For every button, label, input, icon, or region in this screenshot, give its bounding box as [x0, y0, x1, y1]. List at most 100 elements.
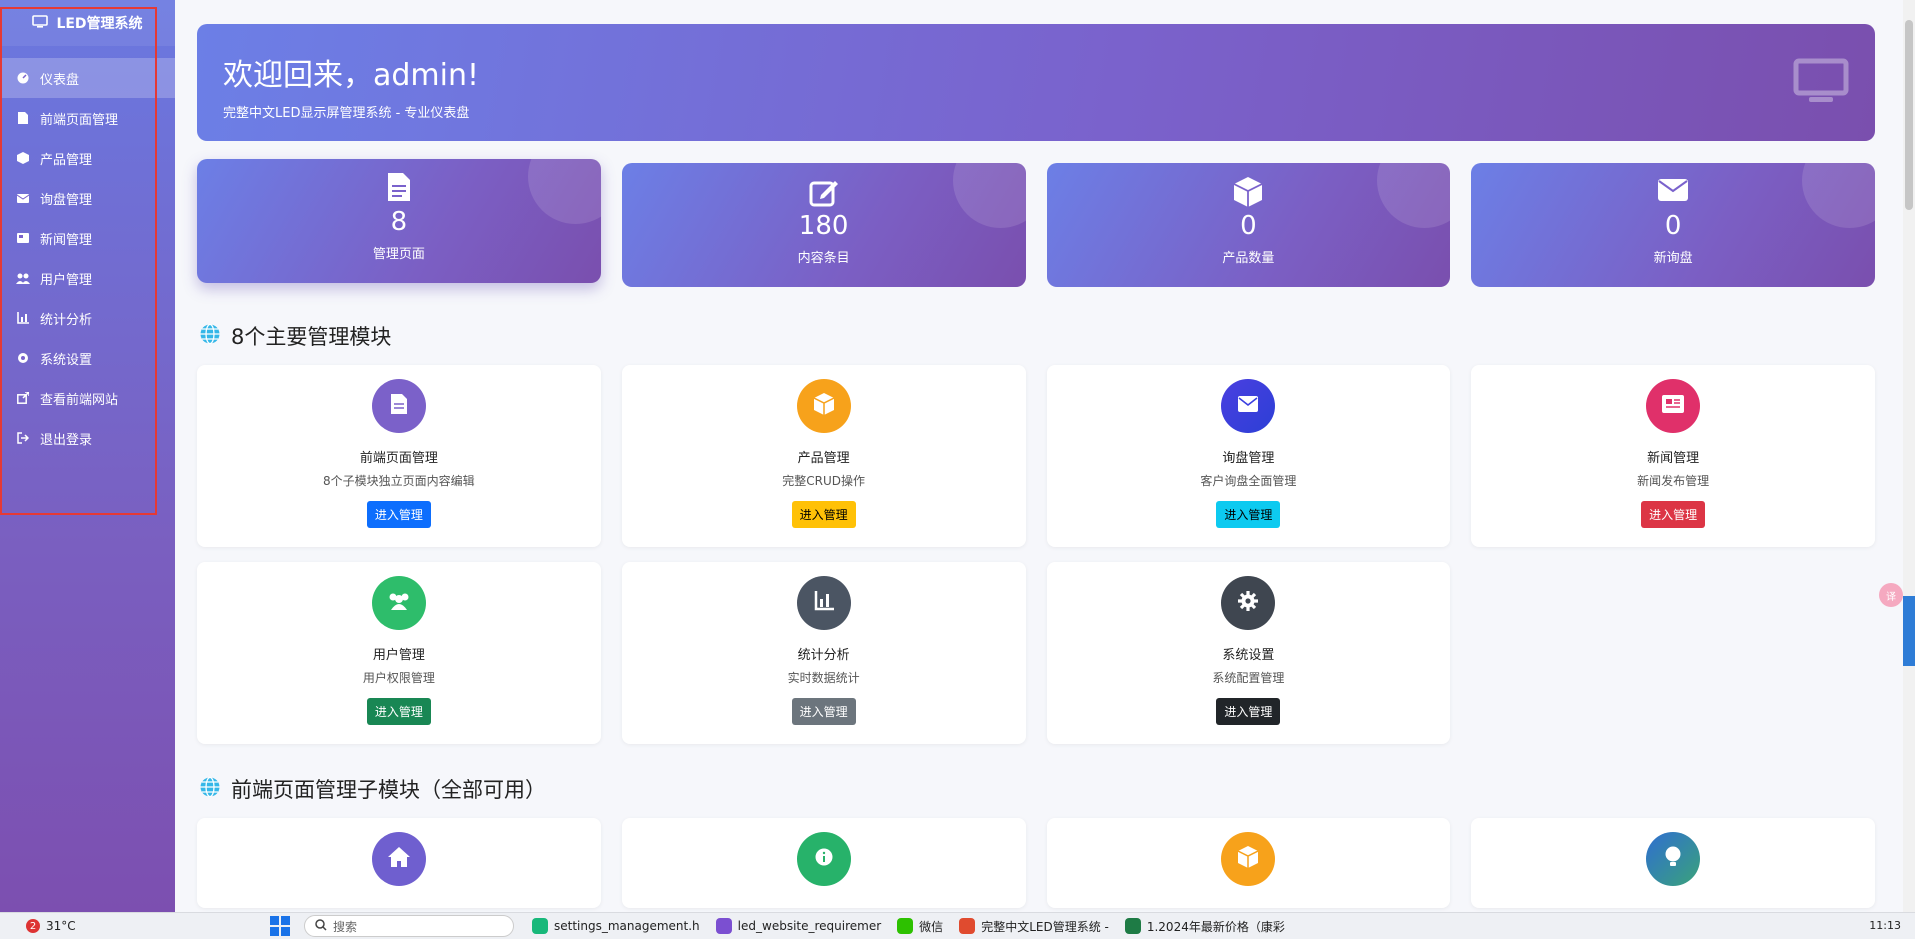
module-card-news: 新闻管理 新闻发布管理 进入管理	[1471, 365, 1875, 547]
stat-value: 8	[390, 207, 408, 237]
enter-management-button[interactable]: 进入管理	[1216, 698, 1281, 725]
windows-start-icon[interactable]	[270, 916, 290, 936]
sidebar-item-label: 统计分析	[40, 312, 93, 328]
envelope-icon	[16, 191, 30, 205]
stat-card-pages: 8 管理页面	[197, 159, 601, 283]
monitor-icon	[32, 14, 49, 32]
module-icon-circle	[1221, 379, 1276, 433]
sidebar-item-logout[interactable]: 退出登录	[0, 418, 175, 458]
submodule-icon-circle	[1646, 832, 1701, 886]
taskbar-app-label: led_website_requiremer	[737, 919, 882, 933]
enter-management-button[interactable]: 进入管理	[1216, 501, 1281, 528]
taskbar-app[interactable]: led_website_requiremer	[715, 918, 882, 934]
brand[interactable]: LED管理系统	[0, 0, 175, 46]
taskbar-app[interactable]: 微信	[897, 918, 943, 935]
stat-card-inquiries: 0 新询盘	[1471, 163, 1875, 287]
newspaper-icon	[16, 231, 30, 245]
file-icon	[390, 394, 407, 418]
modules-grid: 前端页面管理 8个子模块独立页面内容编辑 进入管理 产品管理 完整CRUD操作 …	[197, 365, 1875, 744]
users-icon	[16, 271, 30, 285]
module-desc: 新闻发布管理	[1637, 474, 1710, 488]
sidebar-item-statistics[interactable]: 统计分析	[0, 298, 175, 338]
sidebar-item-frontend-pages[interactable]: 前端页面管理	[0, 98, 175, 138]
module-card-inquiries: 询盘管理 客户询盘全面管理 进入管理	[1046, 365, 1451, 547]
module-card-statistics: 统计分析 实时数据统计 进入管理	[621, 562, 1026, 744]
taskbar-search[interactable]: 搜索	[304, 915, 514, 937]
module-card-products: 产品管理 完整CRUD操作 进入管理	[621, 365, 1026, 547]
module-icon-circle	[796, 576, 851, 630]
stats-row: 8 管理页面 180 内容条目 0 产品数量 0 新询盘	[197, 159, 1875, 287]
enter-management-button[interactable]: 进入管理	[1641, 501, 1706, 528]
submodules-title: 前端页面管理子模块（全部可用）	[231, 778, 546, 802]
module-icon-circle	[1221, 576, 1276, 630]
sidebar-item-label: 用户管理	[40, 272, 93, 288]
sidebar-item-label: 新闻管理	[40, 232, 93, 248]
weather-widget[interactable]: 2 31°C	[0, 919, 270, 933]
welcome-banner: 欢迎回来，admin! 完整中文LED显示屏管理系统 - 专业仪表盘	[197, 24, 1875, 141]
chart-icon	[814, 591, 834, 615]
stat-label: 管理页面	[372, 247, 425, 262]
sidebar-item-inquiries[interactable]: 询盘管理	[0, 178, 175, 218]
submodule-card-about[interactable]	[621, 818, 1026, 908]
submodule-card-product-center[interactable]	[1046, 818, 1451, 908]
welcome-subtitle: 完整中文LED显示屏管理系统 - 专业仪表盘	[223, 106, 470, 121]
stat-value: 0	[1240, 211, 1257, 241]
page-scrollbar[interactable]	[1903, 0, 1915, 912]
lightbulb-icon	[1665, 846, 1681, 872]
module-desc: 客户询盘全面管理	[1200, 474, 1297, 488]
dashboard-icon	[16, 71, 30, 85]
sidebar-item-view-site[interactable]: 查看前端网站	[0, 378, 175, 418]
app-icon	[715, 918, 732, 934]
enter-management-button[interactable]: 进入管理	[366, 698, 431, 725]
app-icon	[532, 918, 548, 934]
info-icon	[815, 848, 833, 870]
taskbar-app-label: 1.2024年最新价格（康彩	[1146, 919, 1285, 934]
box-icon	[813, 393, 834, 419]
taskbar-app[interactable]: 完整中文LED管理系统 -	[959, 918, 1109, 935]
sidebar-item-dashboard[interactable]: 仪表盘	[0, 58, 175, 98]
globe-icon	[199, 776, 221, 803]
taskbar: 2 31°C 搜索 settings_management.h led_webs…	[0, 912, 1915, 939]
submodule-icon-circle	[371, 832, 426, 886]
submodules-grid	[197, 818, 1875, 908]
submodule-icon-circle	[796, 832, 851, 886]
submodule-card-solutions[interactable]	[1471, 818, 1875, 908]
module-title: 询盘管理	[1222, 451, 1275, 466]
module-icon-circle	[796, 379, 851, 433]
envelope-icon	[1238, 396, 1259, 416]
file-icon	[16, 111, 30, 125]
sidebar-item-label: 系统设置	[40, 352, 93, 368]
side-panel-tab[interactable]	[1903, 596, 1915, 666]
taskbar-app[interactable]: 1.2024年最新价格（康彩	[1124, 918, 1285, 935]
home-icon	[387, 847, 410, 871]
brand-label: LED管理系统	[56, 16, 143, 32]
sidebar-item-label: 查看前端网站	[40, 392, 119, 408]
sidebar-item-users[interactable]: 用户管理	[0, 258, 175, 298]
enter-management-button[interactable]: 进入管理	[791, 698, 856, 725]
module-title: 前端页面管理	[359, 451, 438, 466]
submodules-heading: 前端页面管理子模块（全部可用）	[199, 774, 1875, 804]
sidebar-item-news[interactable]: 新闻管理	[0, 218, 175, 258]
sidebar-item-label: 仪表盘	[40, 72, 80, 88]
search-placeholder: 搜索	[333, 919, 358, 934]
translate-icon[interactable]: 译	[1879, 583, 1903, 607]
stat-label: 新询盘	[1653, 251, 1693, 266]
external-link-icon	[16, 391, 30, 405]
module-desc: 用户权限管理	[362, 671, 435, 685]
box-icon	[16, 151, 30, 165]
module-desc: 完整CRUD操作	[782, 474, 865, 488]
taskbar-clock[interactable]: 11:13	[1869, 919, 1901, 932]
module-title: 系统设置	[1222, 648, 1275, 663]
enter-management-button[interactable]: 进入管理	[791, 501, 856, 528]
sidebar-item-settings[interactable]: 系统设置	[0, 338, 175, 378]
sidebar: LED管理系统 仪表盘 前端页面管理 产品管理 询盘管理 新闻管理 用户管理 统…	[0, 0, 175, 912]
gear-icon	[16, 351, 30, 365]
scrollbar-thumb[interactable]	[1905, 20, 1913, 210]
app-icon	[1124, 918, 1141, 934]
enter-management-button[interactable]: 进入管理	[366, 501, 431, 528]
taskbar-app[interactable]: settings_management.h	[532, 918, 700, 934]
sidebar-item-products[interactable]: 产品管理	[0, 138, 175, 178]
globe-icon	[199, 323, 221, 350]
module-title: 用户管理	[372, 648, 425, 663]
submodule-card-home[interactable]	[197, 818, 601, 908]
